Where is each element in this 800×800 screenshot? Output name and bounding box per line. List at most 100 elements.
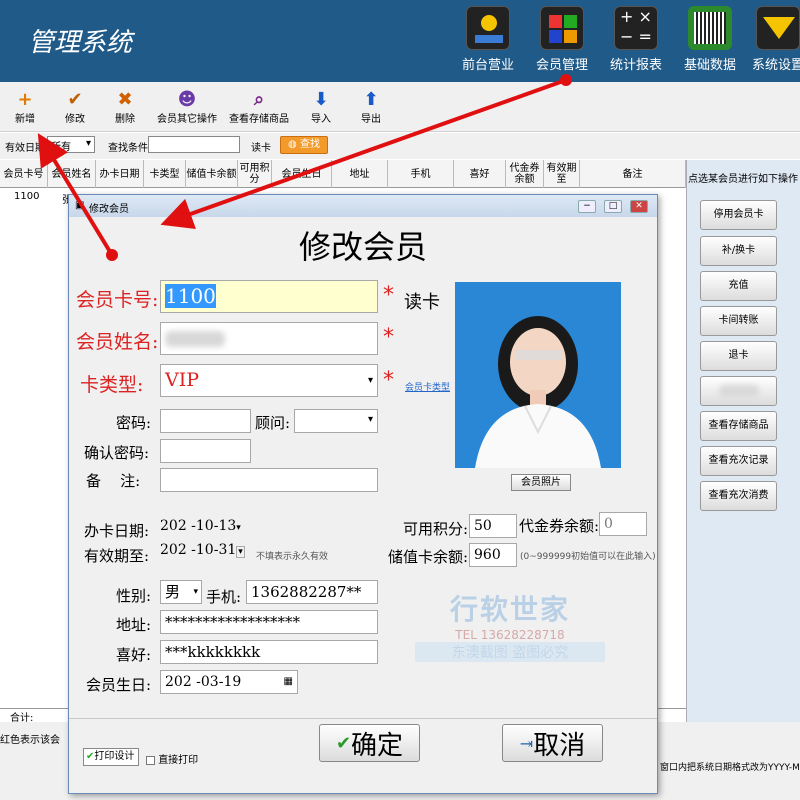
required-star: *: [383, 368, 394, 393]
address-input[interactable]: ******************: [160, 610, 378, 634]
column-header[interactable]: 会员姓名: [48, 160, 96, 188]
card-type-link[interactable]: 会员卡类型: [405, 380, 450, 393]
view-recharge-records-button[interactable]: 查看充次记录: [700, 446, 777, 476]
minimize-button[interactable]: −: [578, 200, 596, 213]
column-header[interactable]: 喜好: [454, 160, 506, 188]
member-other-button[interactable]: ☻ 会员其它操作: [154, 90, 220, 126]
watermark-line1: 行软世家: [449, 593, 570, 626]
expiry-hint: 不填表示永久有效: [256, 552, 329, 562]
status-right-text: 窗口内把系统日期格式改为YYYY-MM: [660, 763, 800, 773]
birthday-picker[interactable]: 202 -03-19 ▦: [160, 670, 298, 694]
search-input[interactable]: [148, 136, 240, 153]
stored-balance-input[interactable]: 960: [469, 543, 517, 567]
card-type-select[interactable]: VIP ▾: [160, 364, 378, 397]
expiry-label: 有效期至:: [84, 547, 150, 565]
expiry-filter-value: 所有: [51, 142, 71, 153]
blurred-operation-button[interactable]: [700, 376, 777, 406]
module-settings-button[interactable]: 系统设置: [748, 6, 800, 76]
watermark-line2: TEL 13628228718: [455, 628, 565, 642]
gender-value: 男: [165, 583, 181, 601]
column-header[interactable]: 手机: [388, 160, 454, 188]
points-input[interactable]: 50: [469, 514, 517, 538]
consultant-select[interactable]: ▾: [294, 409, 378, 433]
delete-label: 删除: [115, 114, 135, 125]
read-card-link[interactable]: 读卡: [404, 288, 440, 314]
module-label: 系统设置: [751, 58, 800, 73]
watermark-line3: 东澳截图 盗图必究: [415, 642, 605, 662]
expiry-filter-label: 有效日期: [5, 143, 45, 154]
card-no-input[interactable]: 1100: [160, 280, 378, 313]
column-header[interactable]: 会员生日: [272, 160, 332, 188]
card-no-label: 会员卡号:: [76, 289, 159, 311]
watermark: 行软世家 TEL 13628228718 东澳截图 盗图必究: [415, 588, 605, 670]
ok-label: 确定: [351, 730, 404, 761]
member-photo-button[interactable]: 会员照片: [511, 474, 571, 491]
read-card-label[interactable]: 读卡: [251, 139, 271, 154]
password-input[interactable]: [160, 409, 251, 433]
search-icon: ◍: [288, 139, 297, 150]
edit-label: 修改: [65, 114, 85, 125]
print-design-checkbox[interactable]: ✔打印设计: [83, 748, 139, 766]
disable-card-button[interactable]: 停用会员卡: [700, 200, 777, 230]
export-label: 导出: [361, 114, 381, 125]
module-frontdesk-button[interactable]: 前台营业: [452, 6, 524, 76]
consultant-label: 顾问:: [255, 414, 291, 432]
add-button[interactable]: + 新增: [0, 90, 50, 126]
view-stored-items-button[interactable]: 查看存储商品: [700, 411, 777, 441]
chevron-down-icon: ▾: [193, 587, 198, 597]
check-icon: ✔: [67, 89, 83, 110]
checkbox-box: [146, 755, 155, 765]
maximize-button[interactable]: □: [604, 200, 622, 213]
notes-input[interactable]: [160, 468, 378, 492]
import-button[interactable]: ⬇ 导入: [296, 89, 346, 126]
other-label: 会员其它操作: [157, 114, 217, 125]
phone-input[interactable]: 1362882287**: [246, 580, 378, 604]
cancel-button[interactable]: ⇥ 取消: [502, 724, 603, 762]
replace-card-button[interactable]: 补/换卡: [700, 236, 777, 266]
column-header[interactable]: 备注: [580, 160, 686, 188]
dialog-titlebar[interactable]: ▣ 修改会员: [69, 195, 657, 217]
recharge-button[interactable]: 充值: [700, 271, 777, 301]
delete-button[interactable]: ✖ 删除: [100, 90, 150, 126]
confirm-password-input[interactable]: [160, 439, 251, 463]
voucher-input[interactable]: 0: [599, 512, 647, 536]
stored-label: 查看存储商品: [229, 114, 289, 125]
expiry-date-picker[interactable]: 202 -10-31 ▾: [160, 542, 252, 564]
import-label: 导入: [311, 114, 331, 125]
import-icon: ⬇: [313, 89, 329, 110]
search-button[interactable]: ◍ 查找: [280, 136, 328, 154]
column-header[interactable]: 地址: [332, 160, 388, 188]
print-design-label: 打印设计: [94, 751, 135, 762]
column-header[interactable]: 可用积分: [238, 160, 272, 188]
view-recharge-consumption-button[interactable]: 查看充次消费: [700, 481, 777, 511]
cashier-icon: [466, 6, 510, 50]
column-header[interactable]: 储值卡余额: [186, 160, 238, 188]
ok-button[interactable]: ✔ 确定: [319, 724, 420, 762]
gender-select[interactable]: 男 ▾: [160, 580, 202, 604]
column-header[interactable]: 有效期至: [544, 160, 580, 188]
name-input[interactable]: [160, 322, 378, 355]
edit-button[interactable]: ✔ 修改: [50, 89, 100, 126]
status-left-text: 红色表示该会: [0, 735, 60, 746]
column-header[interactable]: 卡类型: [144, 160, 186, 188]
card-no-value: 1100: [165, 284, 216, 308]
person-photo-icon: [475, 316, 601, 468]
column-header[interactable]: 会员卡号: [0, 160, 48, 188]
address-label: 地址:: [116, 616, 152, 634]
module-reports-button[interactable]: + × − = 统计报表: [600, 6, 672, 76]
module-member-button[interactable]: 会员管理: [526, 6, 598, 76]
refund-card-button[interactable]: 退卡: [700, 341, 777, 371]
card-transfer-button[interactable]: 卡间转账: [700, 306, 777, 336]
column-header[interactable]: 代金券余额: [506, 160, 544, 188]
stored-balance-hint: (0~999999初始值可以在此输入): [520, 552, 656, 562]
barcode-icon: [688, 6, 732, 50]
expiry-filter-select[interactable]: 所有 ▾: [47, 136, 95, 153]
close-button[interactable]: ✕: [630, 200, 648, 213]
module-basedata-button[interactable]: 基础数据: [674, 6, 746, 76]
export-button[interactable]: ⬆ 导出: [346, 90, 396, 126]
view-stored-button[interactable]: ⌕ 查看存储商品: [226, 90, 292, 126]
direct-print-checkbox[interactable]: 直接打印: [146, 751, 198, 766]
issue-date-picker[interactable]: 202 -10-13▾: [160, 518, 250, 540]
hobby-input[interactable]: ***kkkkkkkk: [160, 640, 378, 664]
column-header[interactable]: 办卡日期: [96, 160, 144, 188]
